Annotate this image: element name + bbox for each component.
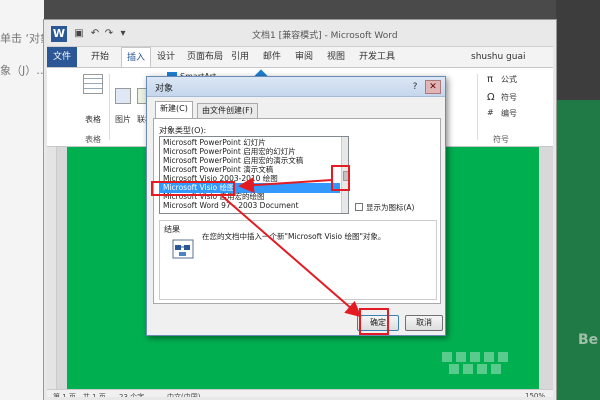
tab-page-layout[interactable]: 页面布局 [187,47,223,67]
save-icon[interactable]: ▣ [73,28,85,40]
object-dialog: 对象 ? ✕ 新建(C) 由文件创建(F) 对象类型(O): Microsoft… [146,76,446,336]
list-item[interactable]: Microsoft Word 97 - 2003 Document [160,201,340,211]
formula-label[interactable]: 公式 [501,74,517,85]
watermark-logo [442,352,508,374]
tab-insert[interactable]: 插入 [121,47,152,67]
ribbon-tabs: 文件 开始 插入 设计 页面布局 引用 邮件 审阅 视图 开发工具 shushu… [47,47,553,67]
user-name[interactable]: shushu guai [471,47,526,67]
pi-symbol-icon[interactable]: π [487,74,493,85]
tables-group-label: 表格 [85,135,101,144]
tab-create-from-file[interactable]: 由文件创建(F) [197,103,258,118]
tab-view[interactable]: 视图 [327,47,345,67]
result-description: 在您的文档中插入一个新"Microsoft Visio 绘图"对象。 [202,232,386,241]
word-logo-icon: W [51,26,67,42]
show-as-icon-label[interactable]: 显示为图标(A) [366,202,414,213]
close-button[interactable]: ✕ [425,80,441,94]
zoom-level[interactable]: 150% [525,392,545,397]
visio-object-icon [172,239,194,259]
number-label[interactable]: 编号 [501,108,517,119]
word-count[interactable]: 23 个字 [119,392,144,397]
left-ruler [47,147,57,389]
result-group: 结果 在您的文档中插入一个新"Microsoft Visio 绘图"对象。 [159,220,437,300]
symbol-label[interactable]: 符号 [501,92,517,103]
show-as-icon-checkbox[interactable] [355,203,363,211]
page-count[interactable]: 第 1 页，共 1 页 [53,392,106,397]
tab-home[interactable]: 开始 [91,47,109,67]
title-bar: W ▣ ↶ ↷ ▾ 文档1 [兼容模式] - Microsoft Word [47,23,553,47]
tab-references[interactable]: 引用 [231,47,249,67]
tab-mailings[interactable]: 邮件 [263,47,281,67]
annotation-ok-highlight [359,308,389,335]
table-label: 表格 [85,115,101,124]
undo-icon[interactable]: ↶ [89,28,101,40]
language-indicator[interactable]: 中文(中国) [167,392,200,397]
object-type-list[interactable]: Microsoft PowerPoint 幻灯片 Microsoft Power… [159,136,349,214]
annotation-item-highlight [151,181,235,196]
object-type-label: 对象类型(O): [159,126,207,135]
number-icon[interactable]: # [487,108,494,117]
background-text: 象（J）… [0,64,48,77]
omega-symbol-icon[interactable]: Ω [487,92,495,103]
tab-developer[interactable]: 开发工具 [359,47,395,67]
dialog-title-bar: 对象 ? ✕ [147,77,445,97]
ribbon-separator [109,74,110,140]
table-icon[interactable] [83,74,103,94]
tab-design[interactable]: 设计 [157,47,175,67]
picture-label: 图片 [115,115,131,124]
symbols-group-label: 符号 [493,135,509,144]
ribbon-separator [477,74,478,140]
tab-file[interactable]: 文件 [47,47,77,67]
window-title: 文档1 [兼容模式] - Microsoft Word [252,31,398,41]
tab-review[interactable]: 审阅 [295,47,313,67]
create-new-panel: 对象类型(O): Microsoft PowerPoint 幻灯片 Micros… [153,118,441,304]
annotation-scrollbar-highlight [331,165,350,191]
result-label: 结果 [164,225,180,234]
picture-icon[interactable] [115,88,131,104]
quick-access-dropdown-icon[interactable]: ▾ [117,28,129,40]
background-green-strip [556,100,600,400]
redo-icon[interactable]: ↷ [103,28,115,40]
background-document-left: 单击 ‘对象’ 象（J）… [0,0,55,400]
help-button[interactable]: ? [409,81,421,93]
cancel-button[interactable]: 取消 [405,315,443,331]
tab-create-new[interactable]: 新建(C) [155,101,193,119]
status-bar: 第 1 页，共 1 页 23 个字 中文(中国) 150% [47,389,553,397]
dialog-title: 对象 [155,84,174,94]
background-text: Be [578,332,599,348]
